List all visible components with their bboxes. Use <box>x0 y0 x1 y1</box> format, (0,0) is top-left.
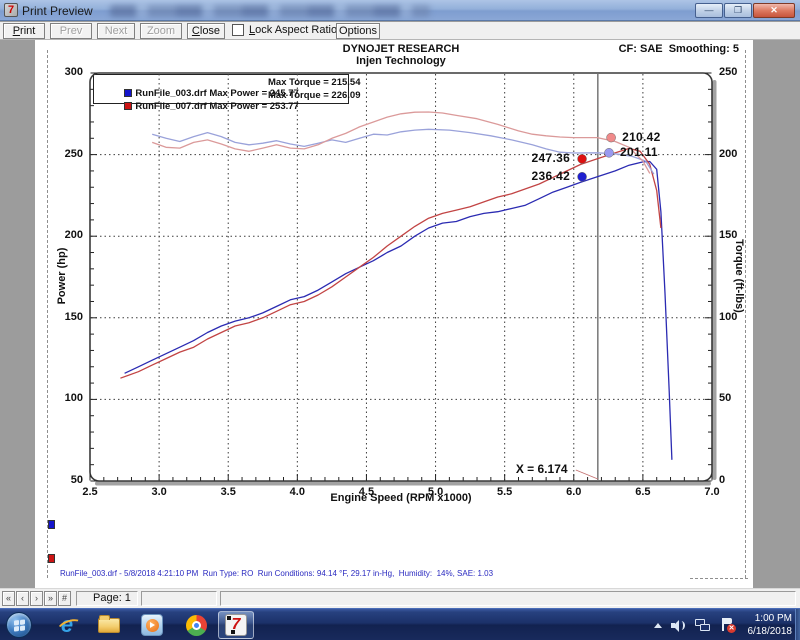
taskbar-item-chrome[interactable] <box>181 611 211 639</box>
prev-button[interactable]: Prev <box>50 23 92 39</box>
cursor-x-value: X = 6.174 <box>516 462 568 476</box>
rpm-tick-label: 3.5 <box>212 486 244 498</box>
titlebar: 7 Print Preview — ❐ ✕ <box>0 0 800 21</box>
action-center-flag-icon[interactable]: ✕ <box>720 618 734 632</box>
lock-aspect-group: Lock Aspect Ratio <box>232 24 337 36</box>
chrome-icon <box>186 615 207 636</box>
torque-tick-label: 50 <box>719 392 753 404</box>
cursor-callout-line <box>576 470 598 479</box>
prev-page-button[interactable]: ‹ <box>16 591 29 606</box>
taskbar-item-dyno-app-active[interactable]: 7 <box>218 611 254 639</box>
page-number-panel: Page: 1 <box>76 591 138 606</box>
rpm-tick-label: 6.0 <box>558 486 590 498</box>
taskbar-clock[interactable]: 1:00 PM 6/18/2018 <box>748 612 793 638</box>
restore-button[interactable]: ❐ <box>724 3 752 18</box>
speaker-icon[interactable] <box>671 619 686 632</box>
rpm-tick-label: 4.5 <box>350 486 382 498</box>
windows-logo-icon <box>6 612 32 638</box>
toolbar: Print Prev Next Zoom Out Close Lock Aspe… <box>0 22 800 40</box>
status-panel <box>141 591 217 606</box>
system-tray: ✕ <box>654 611 734 639</box>
power-tick-label: 50 <box>49 474 83 486</box>
rpm-tick-label: 2.5 <box>74 486 106 498</box>
clock-time: 1:00 PM <box>748 612 793 625</box>
taskbar-item-media-player[interactable] <box>137 611 167 639</box>
power-tick-label: 200 <box>49 229 83 241</box>
rpm-tick-label: 4.0 <box>281 486 313 498</box>
goto-page-button[interactable]: # <box>58 591 71 606</box>
minimize-button[interactable]: — <box>695 3 723 18</box>
marker-dot-201.11 <box>605 148 614 157</box>
lock-aspect-checkbox[interactable] <box>232 24 244 36</box>
marker-value-236.42: 236.42 <box>520 169 570 183</box>
torque-tick-label: 250 <box>719 66 753 78</box>
clock-date: 6/18/2018 <box>748 625 793 638</box>
series-power-line <box>125 162 672 460</box>
start-button[interactable] <box>4 611 34 639</box>
show-desktop-button[interactable] <box>795 609 800 640</box>
plot-frame <box>90 73 712 481</box>
series-torque-line <box>152 112 650 173</box>
rpm-tick-label: 6.5 <box>627 486 659 498</box>
options-button[interactable]: Options <box>336 23 380 39</box>
power-tick-label: 250 <box>49 148 83 160</box>
marker-value-247.36: 247.36 <box>520 151 570 165</box>
rpm-tick-label: 5.0 <box>420 486 452 498</box>
app-icon: 7 <box>4 3 18 17</box>
run1-swatch <box>48 520 55 529</box>
hidden-icons-chevron-icon[interactable] <box>654 623 662 628</box>
lock-aspect-label: Lock Aspect Ratio <box>249 24 337 36</box>
dyno-chart: DYNOJET RESEARCH Injen Technology CF: SA… <box>35 40 753 588</box>
marker-value-210.42: 210.42 <box>622 130 661 144</box>
marker-dot-247.36 <box>578 154 587 163</box>
last-page-button[interactable]: » <box>44 591 57 606</box>
statusbar: « ‹ › » # Page: 1 <box>0 588 800 608</box>
taskbar-item-file-explorer[interactable] <box>94 611 124 639</box>
internet-explorer-icon: e <box>61 614 73 636</box>
power-tick-label: 100 <box>49 392 83 404</box>
marker-value-201.11: 201.11 <box>620 145 658 159</box>
torque-tick-label: 100 <box>719 311 753 323</box>
page: DYNOJET RESEARCH Injen Technology CF: SA… <box>35 40 753 588</box>
torque-tick-label: 0 <box>719 474 753 486</box>
marker-dot-236.42 <box>578 172 587 181</box>
torque-tick-label: 150 <box>719 229 753 241</box>
power-tick-label: 300 <box>49 66 83 78</box>
status-panel <box>220 591 796 606</box>
media-player-icon <box>141 614 163 636</box>
marker-dot-210.42 <box>607 133 616 142</box>
run2-swatch <box>48 554 55 563</box>
series-torque-line <box>152 129 654 174</box>
first-page-button[interactable]: « <box>2 591 15 606</box>
preview-workspace: DYNOJET RESEARCH Injen Technology CF: SA… <box>0 40 800 588</box>
window-title: Print Preview <box>22 4 93 18</box>
network-icon[interactable] <box>695 619 711 632</box>
print-button[interactable]: Print <box>3 23 45 39</box>
close-button[interactable]: Close <box>187 23 225 39</box>
torque-tick-label: 200 <box>719 148 753 160</box>
next-page-button[interactable]: › <box>30 591 43 606</box>
power-tick-label: 150 <box>49 311 83 323</box>
dyno-app-icon: 7 <box>225 614 247 636</box>
taskbar: e 7 ✕ 1:00 PM 6/18/2018 <box>0 608 800 640</box>
chart-canvas <box>35 40 753 588</box>
close-window-button[interactable]: ✕ <box>753 3 795 18</box>
rpm-tick-label: 7.0 <box>696 486 728 498</box>
zoom-out-button[interactable]: Zoom Out <box>140 23 182 39</box>
next-button[interactable]: Next <box>97 23 135 39</box>
rpm-tick-label: 5.5 <box>489 486 521 498</box>
redacted-title-text <box>110 5 430 17</box>
folder-icon <box>98 618 120 633</box>
rpm-tick-label: 3.0 <box>143 486 175 498</box>
taskbar-item-internet-explorer[interactable]: e <box>52 611 82 639</box>
